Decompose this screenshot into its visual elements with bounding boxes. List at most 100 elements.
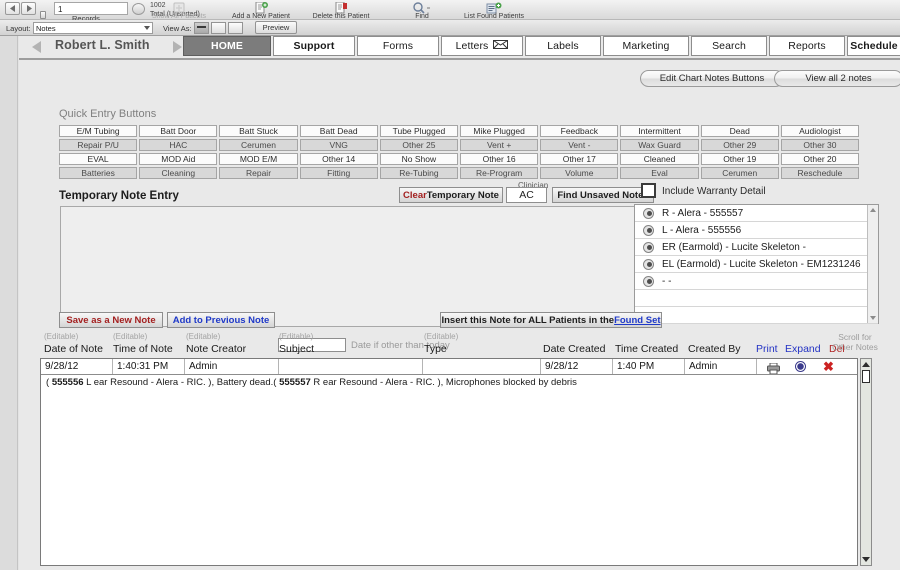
cell-time-of-note[interactable]: 1:40:31 PM xyxy=(113,359,185,374)
quick-entry-button[interactable]: Other 16 xyxy=(460,153,539,165)
expand-icon[interactable] xyxy=(795,361,806,372)
radio-icon[interactable] xyxy=(643,258,654,270)
save-as-new-note-button[interactable]: Save as a New Note xyxy=(59,312,163,328)
warranty-list-item[interactable]: - - xyxy=(635,273,878,290)
notes-scroll-up-icon[interactable] xyxy=(862,362,870,367)
quick-entry-button[interactable]: VNG xyxy=(299,139,378,151)
quick-entry-button[interactable]: Cerumen xyxy=(219,139,298,151)
find-unsaved-notes-button[interactable]: Find Unsaved Notes xyxy=(552,187,654,203)
tab-marketing[interactable]: Marketing xyxy=(603,36,689,56)
cell-type[interactable] xyxy=(423,359,541,374)
quick-entry-button[interactable]: MOD E/M xyxy=(219,153,298,165)
record-slider[interactable] xyxy=(40,11,46,19)
table-row[interactable]: 9/28/12 1:40:31 PM Admin 9/28/12 1:40 PM Admi… xyxy=(41,359,857,375)
quick-entry-button[interactable]: Wax Guard xyxy=(620,139,699,151)
scroll-down-icon[interactable] xyxy=(870,316,876,320)
quick-entry-button[interactable]: Other 25 xyxy=(379,139,459,151)
found-set-link[interactable]: Found Set xyxy=(614,315,660,326)
tab-schedule[interactable]: Schedule xyxy=(847,36,900,56)
quick-entry-button[interactable]: Other 14 xyxy=(299,153,378,165)
delete-this-patient-button[interactable]: Delete this Patient xyxy=(302,0,380,20)
quick-entry-button[interactable]: Fitting xyxy=(299,167,378,179)
quick-entry-button[interactable]: Cleaned xyxy=(620,153,699,165)
print-icon[interactable] xyxy=(767,361,780,375)
tab-letters[interactable]: Letters xyxy=(441,36,523,56)
tab-support[interactable]: Support xyxy=(273,36,355,56)
delete-icon[interactable]: ✖ xyxy=(823,359,834,374)
tab-home[interactable]: HOME xyxy=(183,36,271,56)
find-button[interactable]: Find xyxy=(383,0,461,20)
quick-entry-button[interactable]: Batteries xyxy=(59,167,138,179)
clinician-field[interactable]: AC xyxy=(506,187,547,203)
quick-entry-button[interactable]: Other 30 xyxy=(780,139,860,151)
view-as-list-button[interactable] xyxy=(211,22,226,34)
cell-date-created[interactable]: 9/28/12 xyxy=(541,359,613,374)
insert-note-for-all-patients-button[interactable]: Insert this Note for ALL Patients in the… xyxy=(440,312,662,328)
quick-entry-button[interactable]: Other 20 xyxy=(780,153,860,165)
previous-record-button[interactable] xyxy=(5,2,20,15)
next-record-button[interactable] xyxy=(21,2,36,15)
tab-reports[interactable]: Reports xyxy=(769,36,845,56)
tab-labels[interactable]: Labels xyxy=(525,36,601,56)
quick-entry-button[interactable]: No Show xyxy=(379,153,459,165)
quick-entry-button[interactable]: Batt Dead xyxy=(299,125,378,137)
quick-entry-button[interactable]: Audiologist xyxy=(780,125,860,137)
quick-entry-button[interactable]: Cerumen xyxy=(700,167,779,179)
cell-date-of-note[interactable]: 9/28/12 xyxy=(41,359,113,374)
warranty-list-scrollbar[interactable] xyxy=(867,205,878,323)
quick-entry-button[interactable]: Other 17 xyxy=(540,153,619,165)
quick-entry-button[interactable]: Batt Stuck xyxy=(219,125,298,137)
quick-entry-button[interactable]: EVAL xyxy=(59,153,138,165)
tab-search[interactable]: Search xyxy=(691,36,767,56)
quick-entry-button[interactable]: E/M Tubing xyxy=(59,125,138,137)
preview-button[interactable]: Preview xyxy=(255,21,297,34)
quick-entry-button[interactable]: Volume xyxy=(540,167,619,179)
quick-entry-button[interactable]: Repair P/U xyxy=(59,139,138,151)
quick-entry-button[interactable]: Batt Door xyxy=(139,125,218,137)
add-new-patient-button[interactable]: Add a New Patient xyxy=(222,0,300,20)
layout-select[interactable]: Notes xyxy=(33,22,153,34)
edit-chart-notes-buttons-button[interactable]: Edit Chart Notes Buttons xyxy=(640,70,784,87)
add-to-previous-note-button[interactable]: Add to Previous Note xyxy=(167,312,275,328)
list-found-patients-button[interactable]: List Found Patients xyxy=(455,0,533,20)
warranty-list-item[interactable]: EL (Earmold) - Lucite Skeleton - EM12312… xyxy=(635,256,878,273)
quick-entry-button[interactable]: Dead xyxy=(700,125,779,137)
quick-entry-button[interactable]: MOD Aid xyxy=(139,153,218,165)
warranty-list-item[interactable]: ER (Earmold) - Lucite Skeleton - xyxy=(635,239,878,256)
notes-scroll-down-icon[interactable] xyxy=(862,557,870,562)
include-warranty-detail-checkbox[interactable] xyxy=(641,183,656,198)
temporary-note-textarea[interactable] xyxy=(60,206,638,327)
warranty-list-item[interactable]: R - Alera - 555557 xyxy=(635,205,878,222)
warranty-device-list[interactable]: R - Alera - 555557 L - Alera - 555556 ER (… xyxy=(634,204,879,324)
quick-entry-button[interactable]: Vent - xyxy=(540,139,619,151)
quick-entry-button[interactable]: Vent + xyxy=(460,139,539,151)
cell-created-by[interactable]: Admin xyxy=(685,359,757,374)
quick-entry-button[interactable]: Other 29 xyxy=(700,139,779,151)
notes-table-scrollbar[interactable] xyxy=(860,358,872,566)
view-as-form-button[interactable] xyxy=(194,22,209,34)
quick-entry-button[interactable]: Eval xyxy=(620,167,699,179)
quick-entry-button[interactable]: Tube Plugged xyxy=(379,125,459,137)
tab-forms[interactable]: Forms xyxy=(357,36,439,56)
clear-temporary-note-button[interactable]: Clear Temporary Note xyxy=(399,187,503,203)
cell-subject[interactable] xyxy=(279,359,423,374)
quick-entry-button[interactable]: Re-Program xyxy=(460,167,539,179)
quick-entry-button[interactable]: Reschedule xyxy=(780,167,860,179)
warranty-list-item[interactable]: L - Alera - 555556 xyxy=(635,222,878,239)
radio-icon[interactable] xyxy=(643,275,654,287)
next-patient-arrow[interactable] xyxy=(173,41,182,53)
view-as-table-button[interactable] xyxy=(228,22,243,34)
quick-entry-button[interactable]: HAC xyxy=(139,139,218,151)
quick-entry-button[interactable]: Cleaning xyxy=(139,167,218,179)
show-all-patients-button[interactable]: Show All Patients xyxy=(140,0,218,20)
radio-icon[interactable] xyxy=(643,241,654,253)
quick-entry-button[interactable]: Other 19 xyxy=(700,153,779,165)
quick-entry-button[interactable]: Intermittent xyxy=(620,125,699,137)
quick-entry-button[interactable]: Mike Plugged xyxy=(460,125,539,137)
previous-patient-arrow[interactable] xyxy=(32,41,41,53)
quick-entry-button[interactable]: Repair xyxy=(219,167,298,179)
quick-entry-button[interactable]: Feedback xyxy=(540,125,619,137)
radio-icon[interactable] xyxy=(643,207,654,219)
notes-scroll-thumb[interactable] xyxy=(862,370,870,383)
scroll-up-icon[interactable] xyxy=(870,208,876,212)
